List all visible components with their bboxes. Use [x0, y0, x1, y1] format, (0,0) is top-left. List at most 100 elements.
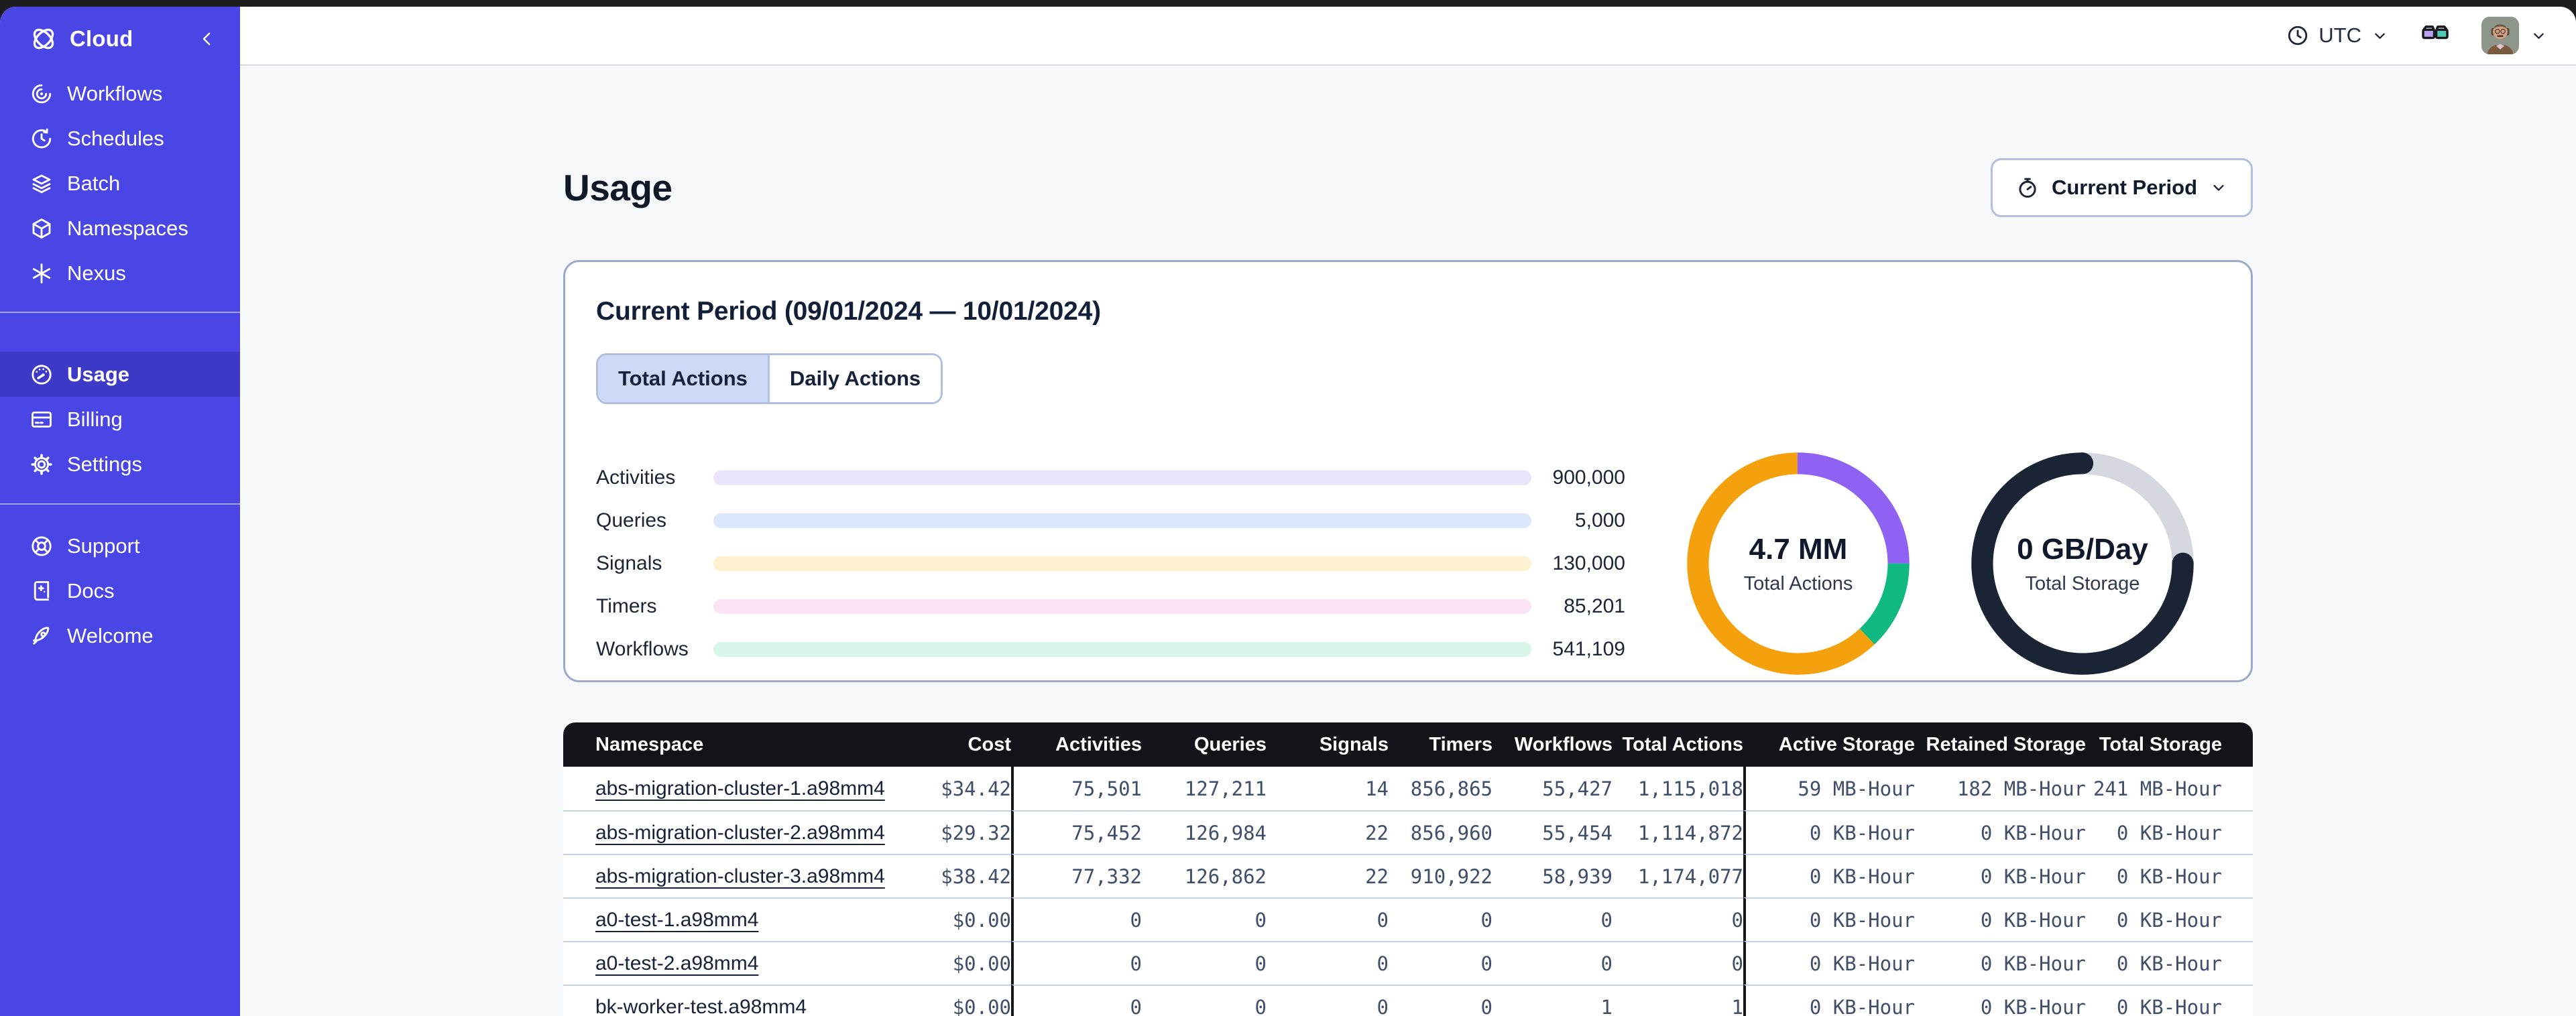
- feedback-glasses-icon[interactable]: [2420, 19, 2451, 53]
- sidebar-item-settings[interactable]: Settings: [0, 442, 240, 487]
- cell-retained-storage: 0 KB-Hour: [1915, 810, 2086, 854]
- cell-total-storage: 0 KB-Hour: [2086, 854, 2253, 897]
- cell-signals: 22: [1267, 854, 1389, 897]
- settings-icon: [31, 453, 52, 475]
- app-window: Cloud Workflows Schedules Batch Namespac…: [0, 7, 2576, 1016]
- support-icon: [32, 535, 52, 556]
- bar-row-activities: Activities 900,000: [596, 456, 1625, 499]
- bar-row-signals: Signals 130,000: [596, 542, 1625, 585]
- topbar: UTC: [240, 7, 2576, 66]
- cell-retained-storage: 0 KB-Hour: [1915, 854, 2086, 897]
- sidebar-item-welcome[interactable]: Welcome: [0, 613, 240, 658]
- docs-icon: [34, 580, 50, 600]
- total-actions-label: Total Actions: [1743, 572, 1853, 594]
- cell-signals: 22: [1267, 810, 1389, 854]
- table-row: a0-test-1.a98mm4 $0.00 0 0 0 0 0 0 0 KB-…: [563, 897, 2253, 941]
- bar-row-queries: Queries 5,000: [596, 499, 1625, 542]
- actions-bar-chart: Activities 900,000 Queries 5,000 Signals: [596, 456, 1625, 671]
- cell-total-actions: 1,174,077: [1613, 854, 1743, 897]
- bar-track: [713, 513, 1531, 528]
- sidebar-item-label: Billing: [67, 407, 123, 431]
- namespace-link[interactable]: bk-worker-test.a98mm4: [595, 996, 807, 1016]
- cell-total-actions: 1,114,872: [1613, 810, 1743, 854]
- main-area: UTC Usage Current Period Current Period …: [240, 7, 2576, 1016]
- bar-value: 85,201: [1564, 595, 1625, 617]
- cell-timers: 856,865: [1389, 767, 1492, 810]
- sidebar-item-label: Workflows: [67, 81, 163, 105]
- sidebar-header: Cloud: [0, 7, 240, 71]
- sidebar-item-namespaces[interactable]: Namespaces: [0, 206, 240, 251]
- period-selector-button[interactable]: Current Period: [1990, 158, 2253, 217]
- sidebar-item-docs[interactable]: Docs: [0, 568, 240, 613]
- cell-active-storage: 0 KB-Hour: [1743, 897, 1915, 941]
- cell-cost: $0.00: [931, 985, 1011, 1016]
- sidebar-item-schedules[interactable]: Schedules: [0, 116, 240, 161]
- chevron-down-icon: [2375, 33, 2385, 39]
- temporal-cloud-logo-icon: [30, 25, 58, 53]
- table-row: abs-migration-cluster-1.a98mm4 $34.42 75…: [563, 767, 2253, 810]
- bar-track: [713, 556, 1531, 571]
- sidebar-item-billing[interactable]: Billing: [0, 397, 240, 442]
- cell-queries: 0: [1142, 897, 1267, 941]
- sidebar-item-label: Docs: [67, 578, 115, 602]
- col-workflows: Workflows: [1492, 722, 1613, 767]
- namespace-link[interactable]: a0-test-2.a98mm4: [595, 952, 758, 974]
- col-cost: Cost: [931, 722, 1011, 767]
- namespace-link[interactable]: abs-migration-cluster-2.a98mm4: [595, 822, 885, 844]
- sidebar-item-label: Usage: [67, 362, 130, 386]
- col-retained-storage: Retained Storage: [1915, 722, 2086, 767]
- namespace-link[interactable]: abs-migration-cluster-1.a98mm4: [595, 777, 885, 800]
- cell-signals: 0: [1267, 941, 1389, 985]
- sidebar-item-label: Schedules: [67, 126, 164, 150]
- tab-daily-actions[interactable]: Daily Actions: [769, 355, 941, 402]
- cell-total-actions: 0: [1613, 941, 1743, 985]
- sidebar-item-label: Batch: [67, 171, 121, 195]
- col-total-storage: Total Storage: [2086, 722, 2253, 767]
- period-selector-label: Current Period: [2051, 176, 2197, 199]
- desktop-background: Cloud Workflows Schedules Batch Namespac…: [0, 0, 2576, 1016]
- sidebar-item-workflows[interactable]: Workflows: [0, 71, 240, 116]
- actions-tab-group: Total Actions Daily Actions: [596, 353, 943, 404]
- sidebar-collapse-button[interactable]: [197, 29, 217, 49]
- total-storage-label: Total Storage: [2025, 572, 2140, 594]
- sidebar-header-label: Cloud: [70, 26, 133, 51]
- timezone-selector[interactable]: UTC: [2286, 23, 2389, 48]
- sidebar-item-batch[interactable]: Batch: [0, 161, 240, 206]
- cell-cost: $38.42: [931, 854, 1011, 897]
- table-row: bk-worker-test.a98mm4 $0.00 0 0 0 0 1 1 …: [563, 985, 2253, 1016]
- bar-row-workflows: Workflows 541,109: [596, 628, 1625, 671]
- cell-active-storage: 0 KB-Hour: [1743, 941, 1915, 985]
- cell-queries: 127,211: [1142, 767, 1267, 810]
- col-active-storage: Active Storage: [1743, 722, 1915, 767]
- namespace-usage-table: Namespace Cost Activities Queries Signal…: [563, 722, 2253, 1016]
- cell-active-storage: 59 MB-Hour: [1743, 767, 1915, 810]
- namespace-link[interactable]: a0-test-1.a98mm4: [595, 909, 758, 931]
- namespaces-icon: [32, 218, 51, 239]
- col-queries: Queries: [1142, 722, 1267, 767]
- sidebar-item-support[interactable]: Support: [0, 523, 240, 568]
- cell-activities: 0: [1011, 941, 1142, 985]
- cell-queries: 0: [1142, 985, 1267, 1016]
- bar-value: 130,000: [1552, 552, 1625, 574]
- cell-retained-storage: 182 MB-Hour: [1915, 767, 2086, 810]
- sidebar-item-usage[interactable]: Usage: [0, 352, 240, 397]
- bar-label: Activities: [596, 466, 676, 489]
- card-title: Current Period (09/01/2024 — 10/01/2024): [596, 297, 1101, 326]
- tab-total-actions[interactable]: Total Actions: [598, 355, 770, 402]
- cell-total-actions: 1: [1613, 985, 1743, 1016]
- cell-total-actions: 0: [1613, 897, 1743, 941]
- nexus-icon: [32, 263, 51, 283]
- cell-workflows: 55,427: [1492, 767, 1613, 810]
- usage-charts: Activities 900,000 Queries 5,000 Signals: [596, 446, 2220, 682]
- namespace-link[interactable]: abs-migration-cluster-3.a98mm4: [595, 865, 885, 887]
- cell-timers: 0: [1389, 941, 1492, 985]
- cell-total-storage: 0 KB-Hour: [2086, 941, 2253, 985]
- workflows-icon: [32, 84, 52, 103]
- cell-signals: 0: [1267, 985, 1389, 1016]
- cell-workflows: 55,454: [1492, 810, 1613, 854]
- sidebar-item-nexus[interactable]: Nexus: [0, 251, 240, 296]
- bar-track: [713, 642, 1531, 657]
- cell-activities: 0: [1011, 985, 1142, 1016]
- user-menu[interactable]: [2481, 17, 2548, 54]
- bar-label: Timers: [596, 595, 657, 617]
